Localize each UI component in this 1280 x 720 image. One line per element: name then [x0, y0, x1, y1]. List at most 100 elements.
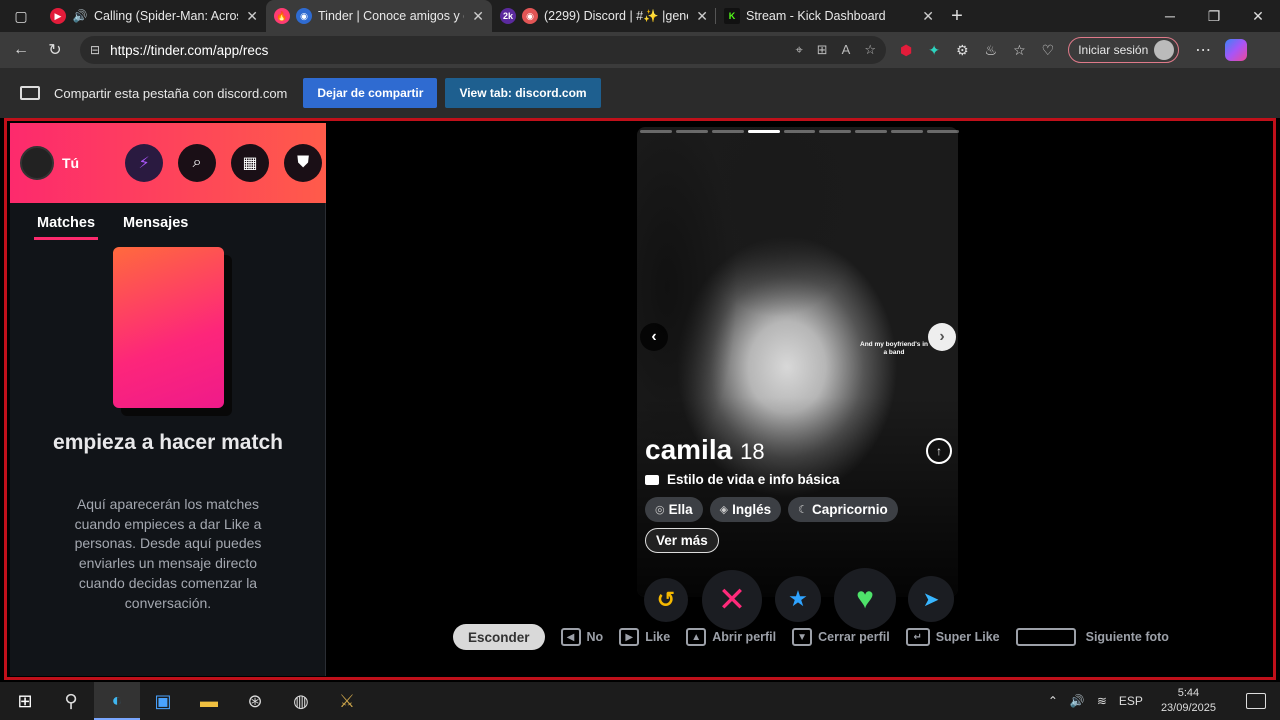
window-controls: ─ ❐ ✕ [1148, 8, 1280, 25]
photo-progress-segment[interactable] [747, 130, 780, 133]
tab-kick[interactable]: K Stream - Kick Dashboard ✕ [716, 0, 942, 32]
tab-tinder[interactable]: 🔥 ◉ Tinder | Conoce amigos y gente ✕ [266, 0, 492, 32]
clock[interactable]: 5:44 23/09/2025 [1161, 686, 1216, 716]
photo-progress-segment[interactable] [783, 130, 816, 133]
close-tab-icon[interactable]: ✕ [922, 8, 934, 25]
new-tab-button[interactable]: + [942, 5, 972, 28]
right-arrow-key-icon: ▶ [619, 628, 640, 646]
copilot-icon[interactable] [1225, 39, 1248, 61]
profile-chips: ◎ Ella ◈ Inglés ☾ Capricornio [645, 497, 898, 522]
extension-red-icon[interactable]: ⬢ [900, 42, 912, 59]
lifestyle-info: Estilo de vida e info básica [645, 472, 840, 487]
view-tab-button[interactable]: View tab: discord.com [445, 78, 601, 108]
profile-card[interactable]: And my boyfriend's in a band ‹ › camila … [637, 127, 960, 597]
store-icon[interactable]: ▣ [140, 682, 186, 720]
chip-zodiac: ☾ Capricornio [788, 497, 898, 522]
clock-date: 23/09/2025 [1160, 702, 1216, 714]
tab-title: Calling (Spider-Man: Across the [94, 9, 238, 23]
hide-shortcuts-button[interactable]: Esconder [453, 624, 545, 650]
tag-icon [645, 474, 659, 485]
edge-icon[interactable]: ◐ [94, 682, 140, 720]
tab-actions-icon[interactable]: ▢ [0, 0, 42, 32]
wifi-icon[interactable]: ≋ [1097, 694, 1107, 708]
boost-icon[interactable]: ⚡ [125, 144, 164, 182]
performance-icon[interactable]: ♨ [985, 42, 998, 59]
close-tab-icon[interactable]: ✕ [472, 8, 484, 25]
boost-button[interactable]: ➤ [908, 576, 954, 622]
close-tab-icon[interactable]: ✕ [696, 8, 708, 25]
league-icon[interactable]: ⚔ [324, 682, 370, 720]
photo-progress-segment[interactable] [891, 130, 924, 133]
steam-icon[interactable]: ⊛ [232, 682, 278, 720]
back-button[interactable]: ← [4, 41, 38, 59]
shortcut-like: ▶ Like [619, 628, 670, 646]
signin-button[interactable]: Iniciar sesión [1068, 37, 1180, 63]
like-button[interactable]: ♥ [834, 568, 896, 630]
explore-icon[interactable]: ⌕ [178, 144, 217, 182]
site-info-icon[interactable]: ⊟ [90, 43, 100, 57]
shortcut-close-profile: ▼ Cerrar perfil [792, 628, 890, 646]
speaker-icon[interactable]: 🔊 [72, 8, 88, 24]
empty-match-card [113, 247, 224, 408]
previous-photo-icon[interactable]: ‹ [640, 323, 668, 351]
favorite-star-icon[interactable]: ☆ [864, 42, 876, 58]
photo-progress-segment[interactable] [927, 130, 960, 133]
url-field[interactable]: ⊟ https://tinder.com/app/recs ⌖ ⊞ A ☆ [80, 36, 886, 64]
rewind-button[interactable]: ↺ [644, 578, 688, 622]
close-tab-icon[interactable]: ✕ [246, 8, 258, 25]
collections-icon[interactable]: ☆ [1013, 42, 1026, 59]
clock-time: 5:44 [1177, 687, 1200, 699]
open-profile-icon[interactable]: ↑ [926, 438, 952, 464]
nope-button[interactable]: ✕ [702, 570, 762, 630]
tab-messages[interactable]: Mensajes [120, 215, 191, 240]
app-icon: 2k [500, 8, 516, 24]
notifications-icon[interactable] [1246, 693, 1266, 709]
left-arrow-key-icon: ◀ [560, 628, 581, 646]
profile-age: 18 [740, 439, 765, 464]
profile-name: camila [645, 434, 733, 465]
photo-progress-segment[interactable] [711, 130, 744, 133]
chevron-up-icon[interactable]: ⌃ [1048, 694, 1058, 708]
refresh-button[interactable]: ↻ [38, 40, 72, 60]
tab-matches[interactable]: Matches [34, 215, 99, 240]
photo-progress-bars [640, 130, 960, 133]
apps-icon[interactable]: ⊞ [817, 42, 828, 58]
search-icon[interactable]: ⚲ [48, 682, 94, 720]
photo-progress-segment[interactable] [675, 130, 708, 133]
see-more-button[interactable]: Ver más [645, 528, 719, 553]
profile-photo[interactable]: And my boyfriend's in a band [637, 127, 958, 597]
my-profile-label[interactable]: Tú [62, 155, 79, 171]
health-icon[interactable]: ♡ [1042, 42, 1055, 59]
photo-progress-segment[interactable] [640, 130, 672, 133]
minimize-icon[interactable]: ─ [1148, 8, 1192, 25]
tab-discord[interactable]: 2k ◉ (2299) Discord | #✨ |general ✕ [492, 0, 716, 32]
star-icon: ★ [788, 586, 808, 611]
tinder-icon: 🔥 [274, 8, 290, 24]
windows-start-icon[interactable]: ⊞ [2, 682, 48, 720]
sidebar: Tú ⚡ ⌕ ▦ ⛊ Matches Mensajes empieza a ha… [10, 123, 326, 676]
tab-calling[interactable]: ▶ 🔊 Calling (Spider-Man: Across the ✕ [42, 0, 266, 32]
action-buttons: ↺ ✕ ★ ♥ ➤ [642, 567, 962, 630]
restore-icon[interactable]: ❐ [1192, 8, 1236, 25]
super-like-button[interactable]: ★ [775, 576, 821, 622]
more-menu-icon[interactable]: ⋯ [1195, 40, 1211, 60]
my-avatar[interactable] [20, 146, 54, 180]
suitcase-icon[interactable]: ▦ [231, 144, 270, 182]
shortcut-no: ◀ No [560, 628, 603, 646]
stop-sharing-button[interactable]: Dejar de compartir [303, 78, 438, 108]
language-indicator[interactable]: ESP [1119, 694, 1143, 708]
photo-progress-segment[interactable] [819, 130, 852, 133]
next-photo-icon[interactable]: › [928, 323, 956, 351]
shield-icon[interactable]: ⛊ [284, 144, 323, 182]
extensions-icon[interactable]: ⚙ [956, 42, 969, 59]
photo-progress-segment[interactable] [855, 130, 888, 133]
read-aloud-icon[interactable]: A [842, 42, 851, 58]
volume-icon[interactable]: 🔊 [1070, 694, 1085, 708]
location-icon[interactable]: ⌖ [795, 42, 802, 58]
close-window-icon[interactable]: ✕ [1236, 8, 1280, 25]
extension-teal-icon[interactable]: ✦ [928, 42, 940, 59]
shortcut-super-like: ↵ Super Like [905, 628, 1000, 646]
youtube-icon: ▶ [50, 8, 66, 24]
obs-icon[interactable]: ◍ [278, 682, 324, 720]
folder-icon[interactable]: ▬ [186, 682, 232, 720]
